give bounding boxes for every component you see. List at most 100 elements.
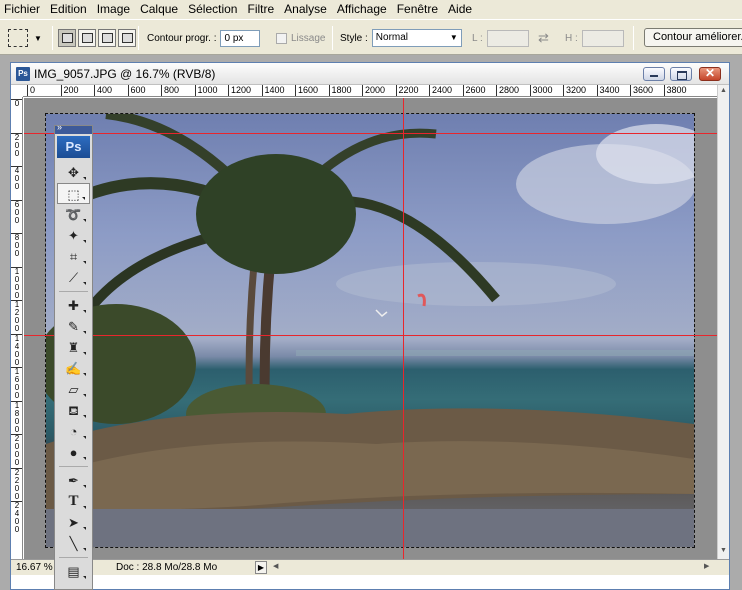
ruler-tick-label: 400 [94, 85, 112, 96]
ruler-tick-label: 800 [161, 85, 179, 96]
vertical-ruler[interactable]: 0 200 400 600 800 100012001400160018002000220… [11, 97, 23, 559]
blur-tool-icon[interactable]: ◔ [57, 421, 90, 442]
ruler-tick-label: 1200 [11, 300, 22, 333]
menu-selection[interactable]: Sélection [184, 0, 243, 19]
tool-preset-picker[interactable]: ▼ [8, 28, 48, 48]
rect-marquee-tool-icon[interactable]: ⬚ [57, 183, 90, 204]
dodge-tool-icon[interactable]: ● [57, 442, 90, 463]
ruler-tick-label: 1800 [328, 85, 352, 96]
intersect-selection-button[interactable] [118, 29, 136, 47]
horizontal-guide[interactable] [24, 335, 717, 336]
menu-bar: Fichier Edition Image Calque Sélection F… [0, 0, 742, 19]
menu-fenetre[interactable]: Fenêtre [393, 0, 444, 19]
tools-palette: Ps ✥ ⬚ ➰ ✦ ⌗ ⟋ ✚ ✎ ♜ ✍ ▱ ⛾ ◔ ● ✒ T ➤ ╲ ▤ [54, 122, 93, 590]
ruler-tick-label: 2000 [362, 85, 385, 96]
ruler-tick-label: 3200 [563, 85, 586, 96]
brush-tool-icon[interactable]: ✎ [57, 316, 90, 337]
antialias-control: Lissage [276, 28, 325, 48]
ruler-tick-label: 3800 [663, 85, 687, 96]
ps-app-icon: Ps [16, 67, 30, 81]
menu-image[interactable]: Image [93, 0, 136, 19]
feather-control: Contour progr. : 0 px [147, 28, 261, 48]
ruler-tick-label: 600 [127, 85, 146, 96]
photo-content [46, 114, 694, 547]
subtract-selection-button[interactable] [98, 29, 116, 47]
style-select[interactable]: Normal ▼ [371, 29, 462, 47]
ruler-tick-label: 1000 [194, 85, 218, 96]
stamp-tool-icon[interactable]: ♜ [57, 337, 90, 358]
width-input [486, 29, 529, 47]
separator [52, 26, 53, 50]
menu-calque[interactable]: Calque [136, 0, 184, 19]
selection-mode-group [58, 28, 138, 48]
document-title-bar[interactable]: Ps IMG_9057.JPG @ 16.7% (RVB/8) ✕ [11, 63, 729, 85]
menu-aide[interactable]: Aide [444, 0, 478, 19]
vertical-scrollbar[interactable]: ▲ ▼ [717, 85, 729, 559]
magic-wand-tool-icon[interactable]: ✦ [57, 225, 90, 246]
horizontal-ruler[interactable]: 0 200 400 600 800 1000 1200 1400 1600 1800 2000 220… [23, 85, 717, 97]
menu-edition[interactable]: Edition [46, 0, 93, 19]
style-value: Normal [375, 32, 409, 43]
ruler-tick-label: 600 [11, 199, 22, 225]
style-label: Style : [340, 32, 368, 44]
ruler-tick-label: 1400 [261, 85, 285, 96]
scroll-down-icon[interactable]: ▼ [720, 547, 727, 554]
document-size-info: Doc : 28.8 Mo/28.8 Mo [116, 562, 218, 573]
document-title: IMG_9057.JPG @ 16.7% (RVB/8) [34, 67, 216, 81]
options-bar: ▼ Contour progr. : 0 px Lissage Style : … [0, 19, 742, 55]
ruler-tick-label: 1600 [295, 85, 318, 96]
palette-separator [59, 466, 88, 467]
scroll-up-icon[interactable]: ▲ [720, 87, 727, 94]
type-tool-icon[interactable]: T [57, 491, 90, 512]
ruler-tick-label: 3000 [529, 85, 553, 96]
notes-tool-icon[interactable]: ▤ [57, 561, 90, 582]
move-tool-icon[interactable]: ✥ [57, 162, 90, 183]
pen-tool-icon[interactable]: ✒ [57, 470, 90, 491]
menu-affichage[interactable]: Affichage [333, 0, 393, 19]
path-selection-icon[interactable]: ➤ [57, 512, 90, 533]
ruler-tick-label: 0 [27, 85, 35, 96]
ruler-tick-label: 1000 [11, 266, 22, 300]
close-button[interactable]: ✕ [699, 66, 721, 81]
feather-input[interactable]: 0 px [220, 29, 261, 47]
height-control: H : [565, 28, 624, 48]
ruler-tick-label: 2600 [462, 85, 486, 96]
maximize-button[interactable] [670, 67, 692, 81]
lasso-tool-icon[interactable]: ➰ [57, 204, 90, 225]
height-input [581, 29, 624, 47]
palette-grip[interactable] [55, 122, 92, 134]
add-selection-button[interactable] [78, 29, 96, 47]
eraser-tool-icon[interactable]: ▱ [57, 379, 90, 400]
line-tool-icon[interactable]: ╲ [57, 533, 90, 554]
zoom-level[interactable]: 16.67 % [16, 561, 56, 575]
rect-marquee-icon [8, 29, 28, 47]
eyedropper-tool-icon[interactable]: ⟋ [57, 267, 90, 288]
minimize-button[interactable] [643, 67, 665, 81]
horizontal-guide[interactable] [24, 133, 717, 134]
beach-photo[interactable] [46, 114, 694, 547]
menu-fichier[interactable]: Fichier [0, 0, 46, 19]
canvas-area[interactable] [24, 98, 717, 559]
bucket-tool-icon[interactable]: ⛾ [57, 400, 90, 421]
ruler-tick-label: 2200 [395, 85, 419, 96]
photoshop-logo[interactable]: Ps [57, 136, 90, 158]
chevron-down-icon: ▼ [34, 33, 42, 43]
healing-brush-icon[interactable]: ✚ [57, 295, 90, 316]
scroll-left-icon[interactable]: ◀ [273, 562, 278, 570]
palette-separator [59, 291, 88, 292]
menu-filtre[interactable]: Filtre [243, 0, 280, 19]
ruler-tick-label: 1800 [11, 400, 22, 434]
crop-tool-icon[interactable]: ⌗ [57, 246, 90, 267]
menu-analyse[interactable]: Analyse [280, 0, 333, 19]
history-brush-icon[interactable]: ✍ [57, 358, 90, 379]
ruler-tick-label: 2000 [11, 434, 22, 467]
refine-edge-button[interactable]: Contour améliorer... [644, 28, 742, 47]
status-bar: 16.67 % Doc : 28.8 Mo/28.8 Mo ▶ ◀ ▶ [11, 559, 729, 575]
scroll-right-icon[interactable]: ▶ [704, 562, 709, 570]
antialias-checkbox[interactable] [276, 32, 287, 44]
chevron-down-icon: ▼ [449, 33, 458, 42]
height-label: H : [565, 32, 578, 44]
new-selection-button[interactable] [58, 29, 76, 47]
status-menu-button[interactable]: ▶ [255, 561, 267, 574]
vertical-guide[interactable] [403, 98, 404, 559]
